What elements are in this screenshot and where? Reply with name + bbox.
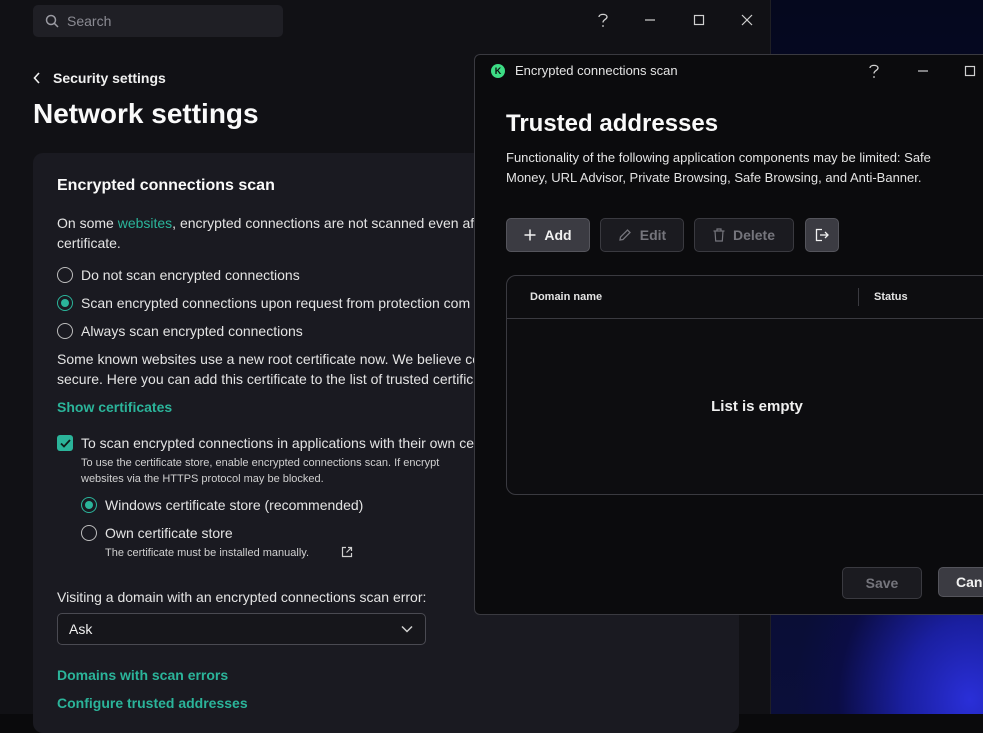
delete-button[interactable]: Delete (694, 218, 794, 252)
cancel-button[interactable]: Canc (938, 567, 983, 597)
column-domain-name[interactable]: Domain name (530, 291, 602, 303)
radio-scan-on-request-label: Scan encrypted connections upon request … (81, 295, 471, 311)
export-button[interactable] (805, 218, 839, 252)
chevron-left-icon (33, 72, 40, 84)
help-button[interactable] (591, 8, 615, 32)
column-status[interactable]: Status (874, 291, 908, 303)
show-certificates-link[interactable]: Show certificates (57, 399, 172, 415)
apps-checkbox-label: To scan encrypted connections in applica… (81, 435, 474, 451)
dialog-help-button[interactable] (862, 59, 886, 83)
websites-link[interactable]: websites (118, 215, 172, 231)
root-note-line1: Some known websites use a new root certi… (57, 351, 481, 367)
trash-icon (713, 228, 725, 242)
maximize-icon (693, 14, 705, 26)
page-title: Network settings (33, 98, 259, 129)
dialog-maximize-button[interactable] (958, 59, 982, 83)
trusted-addresses-table: Domain name Status List is empty (506, 275, 983, 495)
radio-own-store[interactable] (81, 525, 97, 541)
empty-list-message: List is empty (711, 398, 803, 415)
edit-button[interactable]: Edit (600, 218, 684, 252)
dialog-window-title: Encrypted connections scan (515, 63, 678, 78)
own-store-note: The certificate must be installed manual… (105, 547, 309, 559)
dialog-titlebar: K Encrypted connections scan (491, 63, 678, 78)
radio-always-scan[interactable] (57, 323, 73, 339)
radio-do-not-scan[interactable] (57, 267, 73, 283)
configure-trusted-link[interactable]: Configure trusted addresses (57, 695, 248, 711)
external-link-icon[interactable] (341, 546, 353, 558)
column-separator (858, 288, 859, 306)
dialog-minimize-button[interactable] (911, 59, 935, 83)
export-icon (815, 228, 829, 242)
search-placeholder: Search (67, 13, 112, 29)
intro-before: On some (57, 215, 118, 231)
radio-always-scan-label: Always scan encrypted connections (81, 323, 303, 339)
question-icon (869, 64, 879, 78)
maximize-icon (964, 65, 976, 77)
root-note-line2: secure. Here you can add this certificat… (57, 371, 474, 387)
add-button[interactable]: Add (506, 218, 590, 252)
dialog-title: Trusted addresses (506, 110, 719, 137)
error-select-label: Visiting a domain with an encrypted conn… (57, 589, 427, 605)
edit-label: Edit (639, 227, 667, 243)
delete-label: Delete (732, 227, 776, 243)
error-select-value: Ask (69, 621, 93, 637)
trusted-addresses-dialog: K Encrypted connections scan Trusted add… (474, 54, 983, 615)
card-title: Encrypted connections scan (57, 177, 275, 194)
radio-windows-store[interactable] (81, 497, 97, 513)
dialog-description: Functionality of the following applicati… (506, 150, 931, 185)
apps-note-line1: To use the certificate store, enable enc… (81, 457, 440, 469)
maximize-button[interactable] (687, 8, 711, 32)
minimize-icon (645, 19, 655, 21)
close-button[interactable] (735, 8, 759, 32)
plus-icon (524, 229, 536, 241)
table-header-divider (507, 318, 983, 319)
intro-after: , encrypted connections are not scanned … (172, 215, 479, 231)
back-label: Security settings (53, 70, 166, 86)
minimize-button[interactable] (638, 8, 662, 32)
apps-checkbox[interactable] (57, 435, 73, 451)
intro-line2: certificate. (57, 235, 121, 251)
add-label: Add (544, 227, 572, 243)
minimize-icon (918, 70, 928, 72)
search-box[interactable]: Search (33, 5, 283, 37)
logo-letter: K (494, 65, 502, 76)
domains-with-errors-link[interactable]: Domains with scan errors (57, 667, 228, 683)
chevron-down-icon (401, 625, 413, 633)
radio-do-not-scan-label: Do not scan encrypted connections (81, 267, 300, 283)
intro-text: On some websites, encrypted connections … (57, 213, 478, 233)
back-link[interactable]: Security settings (33, 70, 166, 86)
close-icon (741, 14, 753, 26)
kaspersky-logo-icon: K (491, 63, 505, 78)
radio-scan-on-request[interactable] (57, 295, 73, 311)
radio-own-store-label: Own certificate store (105, 525, 233, 541)
checkmark-icon (59, 438, 71, 448)
apps-note-line2: websites via the HTTPS protocol may be b… (81, 473, 324, 485)
radio-windows-store-label: Windows certificate store (recommended) (105, 497, 364, 513)
search-icon (45, 14, 59, 28)
question-icon (598, 13, 608, 27)
error-action-select[interactable]: Ask (57, 613, 426, 645)
pencil-icon (618, 229, 631, 241)
save-button[interactable]: Save (842, 567, 922, 599)
